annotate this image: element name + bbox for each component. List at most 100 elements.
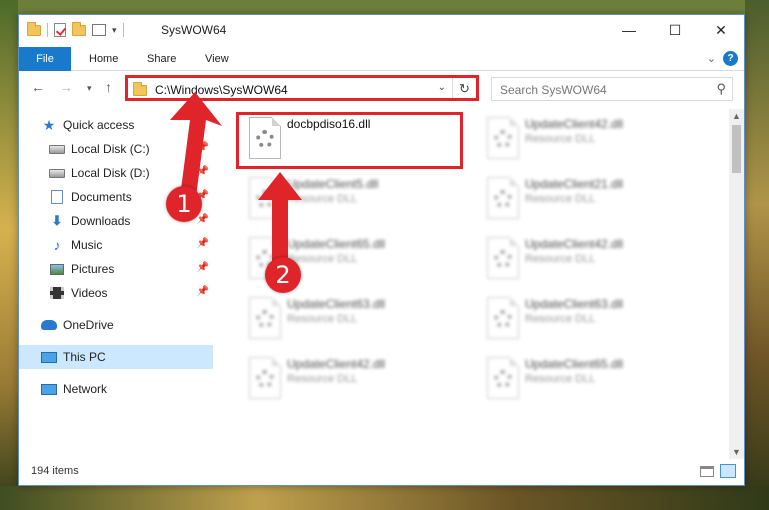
file-name: UpdateClient65.dll bbox=[525, 357, 624, 371]
file-type: Resource DLL bbox=[525, 253, 596, 265]
file-item[interactable]: UpdateClient42.dll Resource DLL bbox=[479, 113, 709, 171]
nav-item-pictures[interactable]: Pictures 📌 bbox=[49, 257, 213, 281]
onedrive-icon bbox=[41, 320, 57, 330]
file-item[interactable]: UpdateClient42.dll Resource DLL bbox=[479, 233, 709, 291]
file-item[interactable]: UpdateClient42.dll Resource DLL bbox=[241, 353, 471, 411]
file-type: Resource DLL bbox=[287, 373, 358, 385]
nav-item-label: Network bbox=[63, 382, 108, 396]
file-type: Resource DLL bbox=[287, 253, 358, 265]
file-type: Resource DLL bbox=[525, 373, 596, 385]
gear-icon bbox=[256, 370, 274, 388]
nav-item-local-disk-c[interactable]: Local Disk (C:) 📌 bbox=[49, 137, 213, 161]
tab-view[interactable]: View bbox=[193, 47, 241, 71]
nav-item-this-pc[interactable]: This PC bbox=[19, 345, 213, 369]
nav-item-quick-access[interactable]: ★ Quick access bbox=[41, 113, 213, 137]
desktop-background-bottom bbox=[0, 486, 769, 510]
file-name: UpdateClient42.dll bbox=[287, 357, 386, 371]
ribbon-tabs: File Home Share View ⌄ ? bbox=[19, 47, 744, 71]
nav-item-local-disk-d[interactable]: Local Disk (D:) 📌 bbox=[49, 161, 213, 185]
forward-button[interactable]: → bbox=[59, 79, 73, 95]
nav-item-label: Pictures bbox=[71, 262, 115, 276]
search-input[interactable]: Search SysWOW64 bbox=[500, 83, 607, 97]
dll-file-icon bbox=[249, 357, 281, 399]
search-box[interactable]: Search SysWOW64 ⚲ bbox=[491, 77, 733, 101]
address-highlight-box bbox=[125, 75, 479, 101]
dll-file-icon bbox=[487, 117, 519, 159]
folder-icon bbox=[27, 21, 41, 36]
scroll-up-icon[interactable]: ▲ bbox=[732, 111, 741, 121]
documents-icon bbox=[51, 190, 63, 204]
back-button[interactable]: ← bbox=[31, 79, 45, 95]
pin-icon[interactable]: 📌 bbox=[197, 214, 209, 225]
nav-item-label: Videos bbox=[71, 286, 108, 300]
properties-check-icon[interactable] bbox=[54, 23, 66, 37]
desktop-background-right bbox=[745, 0, 769, 510]
toolbar-divider bbox=[47, 23, 48, 37]
dll-file-icon bbox=[487, 237, 519, 279]
file-item[interactable]: UpdateClient5.dll Resource DLL bbox=[241, 173, 471, 231]
tab-home[interactable]: Home bbox=[77, 47, 130, 71]
title-bar: ▾ SysWOW64 — ☐ ✕ bbox=[19, 15, 744, 47]
file-name: UpdateClient42.dll bbox=[525, 117, 624, 131]
pc-icon bbox=[41, 351, 57, 363]
nav-item-network[interactable]: Network bbox=[41, 377, 213, 401]
details-view-icon[interactable] bbox=[700, 466, 714, 477]
scrollbar-thumb[interactable] bbox=[732, 125, 741, 173]
gear-icon bbox=[256, 190, 274, 208]
step-1-badge: 1 bbox=[166, 186, 202, 222]
file-type: Resource DLL bbox=[287, 193, 358, 205]
dll-file-icon bbox=[249, 297, 281, 339]
file-name: UpdateClient42.dll bbox=[525, 237, 624, 251]
pin-icon[interactable]: 📌 bbox=[197, 286, 209, 297]
toolbar-divider bbox=[122, 23, 124, 37]
file-item[interactable]: UpdateClient63.dll Resource DLL bbox=[241, 293, 471, 351]
tab-file[interactable]: File bbox=[19, 47, 71, 71]
recent-locations-icon[interactable]: ▾ bbox=[87, 83, 92, 94]
customize-view-icon[interactable] bbox=[92, 24, 106, 36]
file-type: Resource DLL bbox=[525, 133, 596, 145]
tab-share[interactable]: Share bbox=[135, 47, 188, 71]
file-item[interactable]: UpdateClient21.dll Resource DLL bbox=[479, 173, 709, 231]
explorer-window: ▾ SysWOW64 — ☐ ✕ File Home Share View ⌄ … bbox=[18, 14, 745, 486]
nav-item-music[interactable]: ♪ Music 📌 bbox=[49, 233, 213, 257]
vertical-scrollbar[interactable]: ▲ ▼ bbox=[729, 109, 744, 459]
file-highlight-box bbox=[236, 112, 463, 169]
file-item[interactable]: UpdateClient65.dll Resource DLL bbox=[479, 353, 709, 411]
nav-item-label: Documents bbox=[71, 190, 132, 204]
minimize-button[interactable]: — bbox=[606, 15, 652, 45]
qat-dropdown-icon[interactable]: ▾ bbox=[112, 25, 117, 36]
window-title: SysWOW64 bbox=[161, 23, 227, 37]
gear-icon bbox=[494, 190, 512, 208]
large-icons-view-icon[interactable] bbox=[720, 464, 736, 478]
scroll-down-icon[interactable]: ▼ bbox=[732, 447, 741, 457]
window-controls: — ☐ ✕ bbox=[606, 15, 744, 45]
file-item[interactable]: UpdateClient63.dll Resource DLL bbox=[479, 293, 709, 351]
expand-ribbon-icon[interactable]: ⌄ bbox=[707, 52, 716, 65]
file-type: Resource DLL bbox=[525, 193, 596, 205]
nav-item-videos[interactable]: Videos 📌 bbox=[49, 281, 213, 305]
close-button[interactable]: ✕ bbox=[698, 15, 744, 45]
help-icon[interactable]: ? bbox=[723, 51, 738, 66]
star-icon: ★ bbox=[42, 116, 56, 133]
dll-file-icon bbox=[487, 357, 519, 399]
pin-icon[interactable]: 📌 bbox=[197, 238, 209, 249]
navigation-row: ← → ▾ ↑ C:\Windows\SysWOW64 ⌄ ↻ Search S… bbox=[19, 75, 744, 103]
nav-item-label: Downloads bbox=[71, 214, 131, 228]
nav-item-onedrive[interactable]: OneDrive bbox=[41, 313, 213, 337]
item-count: 194 items bbox=[31, 465, 79, 477]
pin-icon[interactable]: 📌 bbox=[197, 262, 209, 273]
file-name: UpdateClient5.dll bbox=[287, 177, 379, 191]
nav-item-label: Music bbox=[71, 238, 103, 252]
gear-icon bbox=[494, 310, 512, 328]
maximize-button[interactable]: ☐ bbox=[652, 15, 698, 45]
pin-icon[interactable]: 📌 bbox=[197, 166, 209, 177]
disk-icon bbox=[49, 144, 65, 154]
quick-access-toolbar: ▾ bbox=[27, 21, 124, 37]
new-folder-icon[interactable] bbox=[72, 21, 86, 36]
search-icon[interactable]: ⚲ bbox=[716, 81, 726, 97]
videos-icon bbox=[50, 287, 64, 299]
nav-item-label: Local Disk (C:) bbox=[71, 142, 150, 156]
navigation-pane: ★ Quick access Local Disk (C:) 📌 Local D… bbox=[19, 109, 213, 457]
up-button[interactable]: ↑ bbox=[105, 79, 112, 95]
pin-icon[interactable]: 📌 bbox=[197, 142, 209, 153]
